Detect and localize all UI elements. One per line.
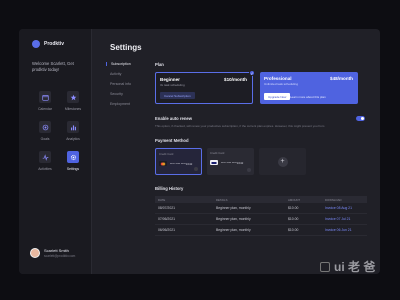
cancel-subscription-button[interactable]: Cancel Subscription (160, 92, 195, 99)
subscription-panel: Plan Beginner $10/month 3x task scheduli… (155, 62, 370, 237)
card-tag: Credit Card (210, 151, 225, 156)
sidebar-item-label: Calendar (38, 107, 52, 111)
sidebar: Prodktiv Welcome Scarlett, Get prodktiv … (19, 29, 92, 274)
table-row: 06/06/2021 Beginner plan, monthly $10.00… (155, 225, 370, 237)
star-icon (67, 91, 79, 103)
learn-more-link[interactable]: Learn more about this plan (290, 95, 326, 99)
sidebar-item-label: Analytics (66, 137, 80, 141)
main-content: Settings Subscription Activity Personal … (92, 29, 380, 274)
card-brand-icon (210, 160, 218, 166)
tab-subscription[interactable]: Subscription (106, 62, 131, 66)
card-remove-icon[interactable] (194, 167, 198, 172)
billing-date: 06/06/2021 (158, 228, 175, 233)
sidebar-item-label: Goals (40, 137, 50, 141)
upgrade-now-button[interactable]: Upgrade Now (264, 93, 291, 100)
column-header: AMOUNT (288, 197, 301, 202)
billing-date: 08/07/2021 (158, 206, 175, 211)
target-icon (39, 121, 51, 133)
card-number: **** **** ****1642 (221, 160, 244, 165)
column-header: DATE (158, 197, 166, 202)
billing-section: Billing History DATE DETAILS AMOUNT DOWN… (155, 186, 370, 237)
invoice-link[interactable]: Invoice 07 Jul 21 (325, 217, 370, 221)
activity-icon (39, 151, 51, 163)
app-name: Prodktiv (44, 41, 65, 47)
plan-card-professional[interactable]: Professional $48/month Unlimited task sc… (260, 72, 358, 104)
card-remove-icon[interactable] (247, 168, 251, 173)
watermark-logo-icon (320, 261, 330, 272)
invoice-link[interactable]: Invoice 06 Jun 21 (325, 228, 370, 232)
card-number: **** **** ****1642 (170, 161, 193, 166)
user-profile[interactable]: Scarlett Smith scarlett@prodktiv.com (30, 248, 75, 258)
auto-renew-description: This option, if checked, will renew your… (155, 124, 325, 128)
auto-renew-toggle[interactable] (356, 116, 365, 121)
tab-security[interactable]: Security (106, 92, 131, 96)
add-card-button[interactable]: + (259, 148, 306, 176)
column-header: DETAILS (216, 197, 228, 202)
sidebar-item-label: Milestones (64, 107, 82, 111)
logo[interactable]: Prodktiv (32, 40, 64, 48)
logo-icon (32, 40, 40, 48)
column-header: DOWNLOAD (325, 197, 342, 202)
billing-title: Billing History (155, 186, 184, 192)
welcome-text: Welcome Scarlett, Get prodktiv today! (32, 61, 74, 72)
payment-cards: Credit Card **** **** ****1642 Credit Ca… (155, 148, 367, 176)
sidebar-item-settings[interactable]: Settings (59, 151, 87, 171)
sidebar-item-goals[interactable]: Goals (31, 121, 59, 141)
plus-icon: + (277, 156, 288, 167)
watermark: ui 老 爸 (320, 258, 375, 275)
table-row: 07/06/2021 Beginner plan, monthly $10.00… (155, 214, 370, 226)
payment-section: Payment Method Credit Card **** **** ***… (155, 138, 367, 176)
mastercard-icon (159, 161, 167, 167)
tab-personal-info[interactable]: Personal info (106, 82, 131, 86)
settings-subnav: Subscription Activity Personal info Secu… (106, 62, 131, 106)
payment-card[interactable]: Credit Card **** **** ****1642 (155, 148, 202, 176)
billing-amount: $10.00 (288, 206, 299, 211)
user-name: Scarlett Smith (44, 248, 69, 253)
chart-icon (67, 121, 79, 133)
billing-details: Beginner plan, monthly (216, 228, 251, 233)
plan-options: Beginner $10/month 3x task scheduling Ca… (155, 70, 367, 104)
payment-card[interactable]: Credit Card **** **** ****1642 (207, 148, 254, 176)
billing-amount: $10.00 (288, 217, 299, 222)
plan-description: 3x task scheduling (160, 83, 185, 87)
plan-card-beginner[interactable]: Beginner $10/month 3x task scheduling Ca… (155, 70, 255, 104)
table-row: 08/07/2021 Beginner plan, monthly $10.00… (155, 203, 370, 215)
billing-table: DATE DETAILS AMOUNT DOWNLOAD 08/07/2021 … (155, 196, 370, 237)
billing-amount: $10.00 (288, 228, 299, 233)
billing-details: Beginner plan, monthly (216, 206, 251, 211)
tab-employment[interactable]: Employment (106, 102, 131, 106)
billing-date: 07/06/2021 (158, 217, 175, 222)
watermark-text: ui 老 爸 (334, 260, 376, 274)
plan-description: Unlimited task scheduling (264, 82, 299, 86)
check-icon: ✓ (249, 70, 255, 76)
invoice-link[interactable]: Invoice 08 Aug 21 (325, 206, 370, 210)
plan-price: $48/month (330, 76, 353, 81)
card-tag: Credit Card (159, 152, 174, 157)
billing-details: Beginner plan, monthly (216, 217, 251, 222)
sidebar-item-analytics[interactable]: Analytics (59, 121, 87, 141)
plan-section-title: Plan (155, 62, 164, 67)
sidebar-item-calendar[interactable]: Calendar (31, 91, 59, 111)
auto-renew-title: Enable auto renew (155, 116, 192, 121)
plan-price: $10/month (224, 77, 247, 82)
sidebar-nav: Calendar Milestones Goals Analytics Acti… (31, 91, 87, 171)
user-email: scarlett@prodktiv.com (44, 254, 76, 258)
calendar-icon (39, 91, 51, 103)
sidebar-item-milestones[interactable]: Milestones (59, 91, 87, 111)
gear-icon (67, 151, 79, 163)
avatar (30, 248, 40, 258)
sidebar-item-label: Settings (66, 167, 80, 171)
tab-activity[interactable]: Activity (106, 72, 131, 76)
auto-renew-section: Enable auto renew This option, if checke… (155, 116, 367, 128)
sidebar-item-label: Activities (38, 167, 52, 171)
page-title: Settings (110, 43, 142, 52)
payment-title: Payment Method (155, 138, 189, 144)
table-header: DATE DETAILS AMOUNT DOWNLOAD (155, 196, 367, 204)
sidebar-item-activities[interactable]: Activities (31, 151, 59, 171)
app-window: Prodktiv Welcome Scarlett, Get prodktiv … (19, 29, 380, 274)
